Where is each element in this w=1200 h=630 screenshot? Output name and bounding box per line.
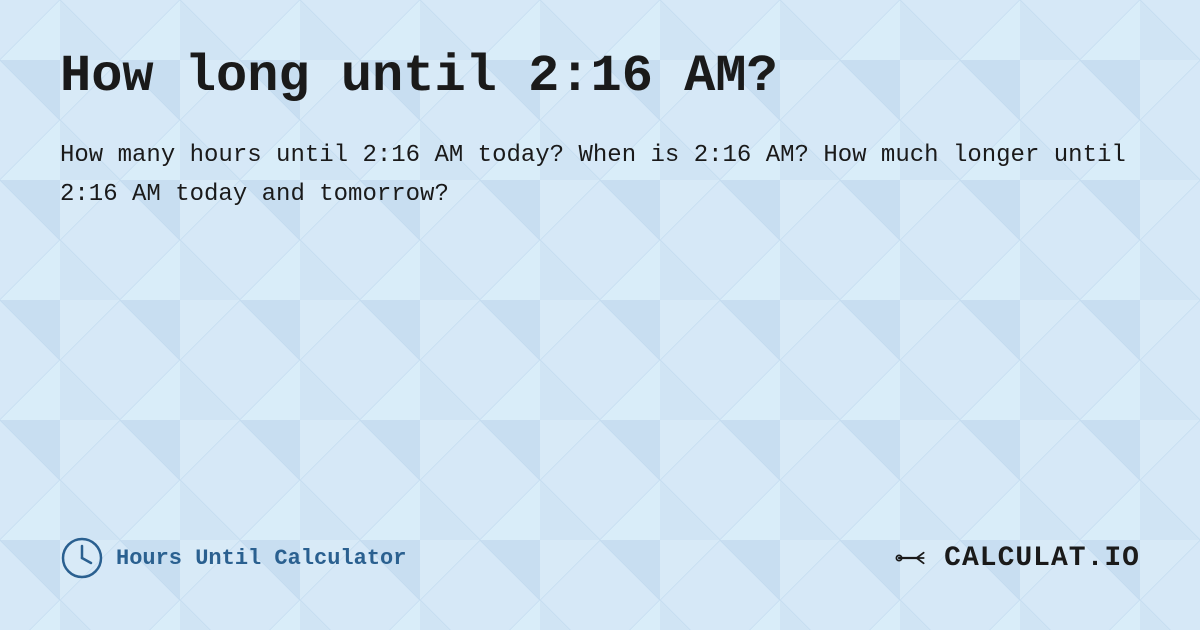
logo-icon: [892, 536, 936, 580]
page-description: How many hours until 2:16 AM today? When…: [60, 137, 1140, 214]
footer: Hours Until Calculator CALCULAT.IO: [60, 536, 1140, 590]
clock-icon: [60, 536, 104, 580]
footer-left: Hours Until Calculator: [60, 536, 406, 580]
brand-logo: CALCULAT.IO: [892, 536, 1140, 580]
page-title: How long until 2:16 AM?: [60, 48, 1140, 105]
footer-calculator-label: Hours Until Calculator: [116, 546, 406, 571]
brand-logo-text: CALCULAT.IO: [944, 543, 1140, 574]
